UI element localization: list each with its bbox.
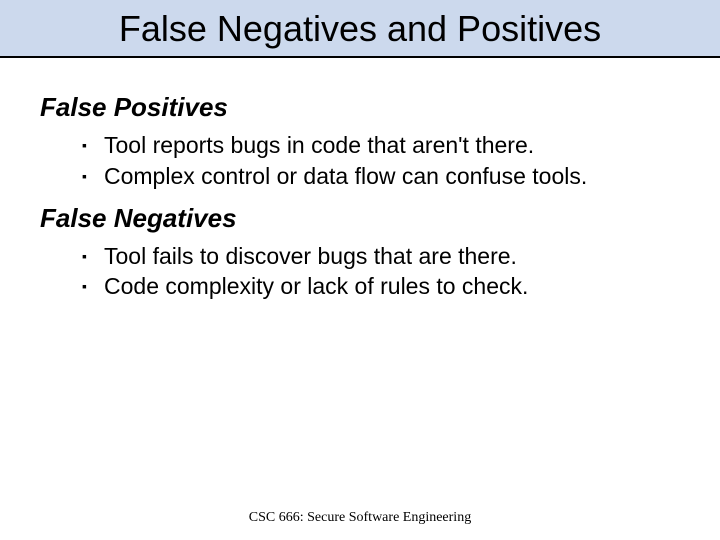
bullet-list-false-positives: Tool reports bugs in code that aren't th…: [40, 131, 680, 191]
slide-footer: CSC 666: Secure Software Engineering: [0, 510, 720, 526]
section-heading-false-positives: False Positives: [40, 92, 680, 123]
slide-title: False Negatives and Positives: [0, 8, 720, 50]
bullet-list-false-negatives: Tool fails to discover bugs that are the…: [40, 242, 680, 302]
list-item: Tool reports bugs in code that aren't th…: [82, 131, 680, 160]
list-item: Tool fails to discover bugs that are the…: [82, 242, 680, 271]
list-item: Complex control or data flow can confuse…: [82, 162, 680, 191]
slide-content: False Positives Tool reports bugs in cod…: [0, 58, 720, 301]
section-heading-false-negatives: False Negatives: [40, 203, 680, 234]
list-item: Code complexity or lack of rules to chec…: [82, 272, 680, 301]
slide-title-bar: False Negatives and Positives: [0, 0, 720, 58]
